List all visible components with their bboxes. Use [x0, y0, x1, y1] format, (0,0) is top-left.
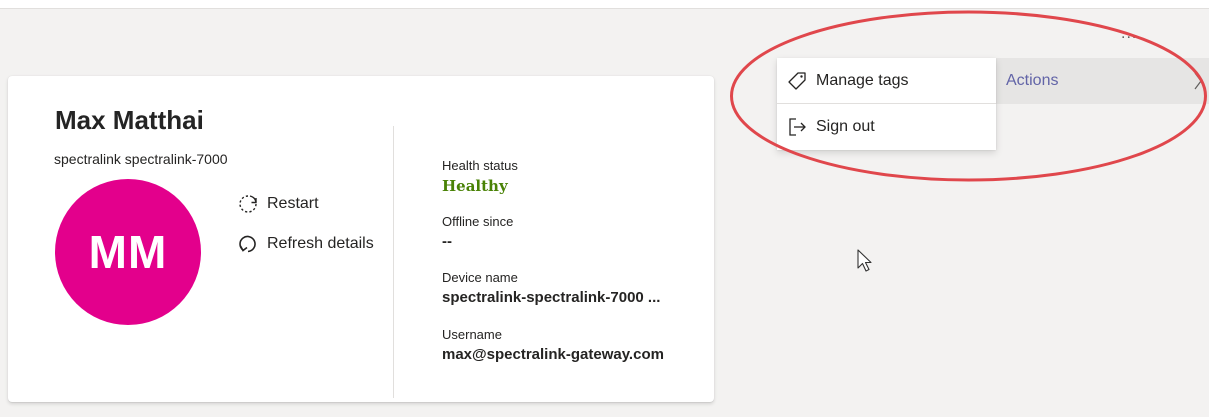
top-divider	[0, 8, 1209, 9]
device-name-value: spectralink-spectralink-7000 ...	[442, 289, 661, 306]
menu-item-manage-tags[interactable]: Manage tags	[777, 58, 996, 104]
more-options-button[interactable]: ...	[1121, 25, 1137, 43]
health-status-field: Health status Healthy	[442, 158, 518, 195]
device-model: spectralink spectralink-7000	[54, 151, 228, 167]
actions-submenu: Manage tags Sign out	[777, 58, 996, 150]
mouse-pointer-icon	[857, 249, 872, 272]
avatar: MM	[55, 179, 201, 325]
field-label: Username	[442, 327, 502, 342]
chevron-right-icon	[1194, 72, 1202, 90]
device-details-card: Max Matthai spectralink spectralink-7000…	[8, 76, 714, 402]
refresh-details-button[interactable]: Refresh details	[237, 232, 374, 256]
health-status-value: Healthy	[442, 177, 508, 195]
actions-label: Actions	[1006, 72, 1059, 89]
card-divider	[393, 126, 394, 398]
refresh-icon	[239, 235, 256, 253]
username-value: max@spectralink-gateway.com	[442, 346, 664, 363]
field-label: Device name	[442, 270, 518, 285]
menu-item-label: Manage tags	[816, 72, 909, 89]
sign-out-icon	[789, 118, 806, 136]
menu-item-sign-out[interactable]: Sign out	[777, 104, 996, 150]
device-name-field: Device name spectralink-spectralink-7000…	[442, 270, 660, 306]
tag-icon	[788, 72, 806, 90]
offline-since-value: --	[442, 233, 452, 250]
field-label: Health status	[442, 158, 518, 173]
actions-menu-item[interactable]: Actions	[995, 58, 1209, 104]
menu-item-label: Sign out	[816, 118, 875, 135]
username-field: Username max@spectralink-gateway.com	[442, 327, 664, 363]
restart-button[interactable]: Restart	[237, 192, 319, 216]
restart-label: Restart	[267, 195, 319, 212]
field-label: Offline since	[442, 214, 514, 229]
refresh-label: Refresh details	[267, 235, 374, 252]
device-display-name: Max Matthai	[55, 105, 204, 135]
restart-icon	[239, 195, 257, 213]
offline-since-field: Offline since --	[442, 214, 513, 250]
top-strip	[0, 0, 1209, 8]
avatar-initials: MM	[88, 226, 168, 278]
